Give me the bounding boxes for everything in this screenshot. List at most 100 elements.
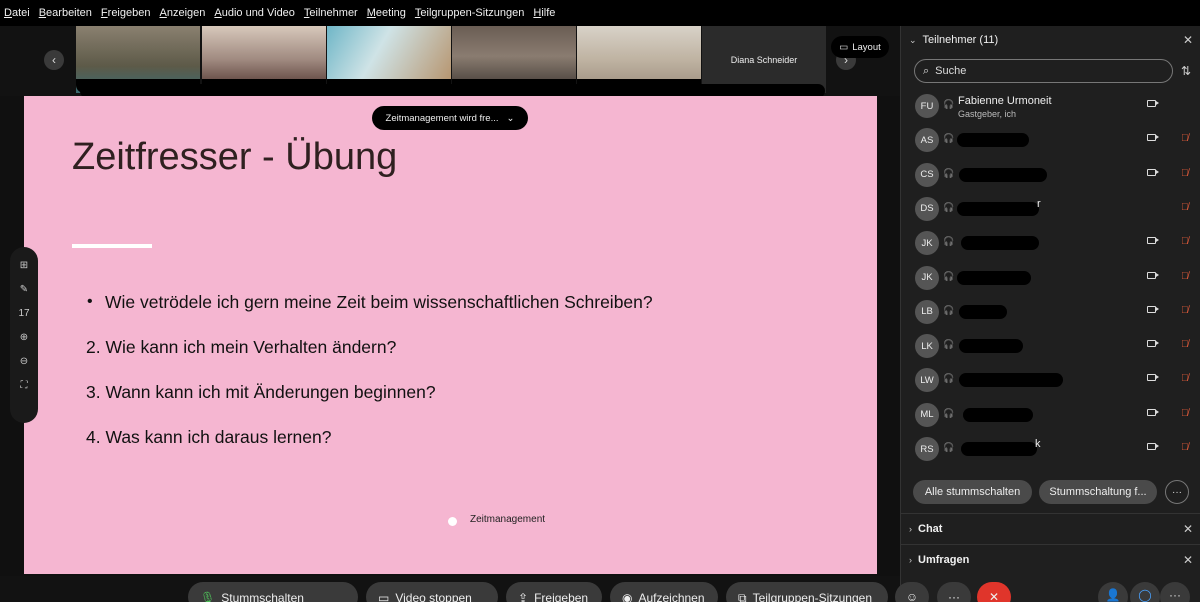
video-tile[interactable] (202, 26, 326, 93)
muted-microphone-icon[interactable]: 🎙̸ (1181, 133, 1189, 144)
menu-teilgruppen[interactable]: Teilgruppen-Sitzungen (415, 7, 524, 19)
grid-icon[interactable]: ⊞ (14, 253, 34, 277)
video-tile[interactable] (327, 26, 451, 93)
slide-item-3: 3. Wann kann ich mit Änderungen beginnen… (86, 382, 436, 402)
shared-content-stage: Zeitfresser - Übung • Wie vetrödele ich … (0, 96, 900, 576)
search-field[interactable]: ⌕ Suche (914, 59, 1173, 83)
headset-icon: 🎧 (943, 442, 955, 452)
fit-screen-icon[interactable]: ⛶ (14, 373, 34, 397)
avatar: RS (915, 437, 939, 461)
video-camera-icon[interactable] (1147, 237, 1159, 245)
video-tile[interactable] (452, 26, 576, 93)
end-call-button[interactable]: ✕ (977, 582, 1011, 602)
more-options-button[interactable]: ··· (937, 582, 971, 602)
headset-icon: 🎧 (943, 304, 955, 315)
headset-icon: 🎧 (943, 167, 955, 178)
participant-row[interactable]: FU 🎧 Fabienne Urmoneit Gastgeber, ich (901, 89, 1200, 123)
more-icon: ··· (948, 590, 960, 602)
title-underline (72, 244, 152, 248)
participant-row[interactable]: LK 🎧 🎙̸ (901, 329, 1200, 363)
record-button[interactable]: ◉ Aufzeichnen (610, 582, 718, 602)
video-tile[interactable] (577, 26, 701, 93)
muted-microphone-icon[interactable]: 🎙̸ (1181, 373, 1189, 384)
video-tile-diana[interactable]: Diana Schneider (702, 26, 826, 93)
menu-hilfe[interactable]: Hilfe (533, 7, 555, 19)
muted-microphone-icon[interactable]: 🎙̸ (1181, 305, 1189, 316)
participant-row[interactable]: LW 🎧 🎙̸ (901, 363, 1200, 397)
breakout-label: Teilgruppen-Sitzungen (752, 591, 872, 602)
mute-all-button[interactable]: Alle stummschalten (913, 480, 1032, 504)
video-camera-icon[interactable] (1147, 443, 1159, 450)
participant-row[interactable]: JK 🎧 🎙̸ (901, 226, 1200, 260)
redaction (959, 339, 1023, 354)
muted-microphone-icon[interactable]: 🎙̸ (1181, 442, 1189, 453)
participant-row[interactable]: RS 🎧 k 🎙̸ (901, 432, 1200, 466)
chat-title: Chat (918, 522, 943, 535)
avatar: ML (915, 402, 939, 427)
menu-bearbeiten[interactable]: Bearbeiten (39, 7, 92, 19)
video-camera-icon[interactable] (1147, 168, 1159, 176)
redaction (959, 167, 1047, 182)
record-label: Aufzeichnen (638, 591, 705, 602)
participant-row[interactable]: ML 🎧 🎙̸ (901, 398, 1200, 432)
participant-row[interactable]: DS 🎧 r 🎙̸ (901, 192, 1200, 226)
video-camera-icon[interactable] (1147, 340, 1159, 348)
redaction (959, 304, 1007, 319)
participant-row[interactable]: CS 🎧 🎙̸ (901, 158, 1200, 192)
video-camera-icon[interactable] (1147, 408, 1159, 416)
sort-icon[interactable]: ⇅ (1181, 64, 1191, 78)
person-icon: 👤 (1105, 588, 1121, 602)
redaction (959, 373, 1063, 388)
breakout-icon: ⧉ (738, 591, 747, 602)
participants-header[interactable]: ⌄ Teilnehmer (11) ✕ (901, 26, 1200, 54)
menu-teilnehmer[interactable]: Teilnehmer (304, 7, 358, 19)
share-button[interactable]: ⇪ Freigeben (506, 582, 602, 602)
video-camera-icon[interactable] (1147, 271, 1159, 279)
video-camera-icon[interactable] (1147, 305, 1159, 313)
muted-microphone-icon[interactable]: 🎙̸ (1181, 168, 1189, 179)
muted-microphone-icon[interactable]: 🎙̸ (1181, 408, 1189, 419)
menu-datei[interactable]: Datei (4, 7, 30, 19)
video-tile[interactable] (76, 26, 200, 93)
zoom-in-icon[interactable]: ⊕ (14, 325, 34, 349)
share-icon: ⇪ (518, 591, 529, 602)
video-button[interactable]: ▭ Video stoppen (366, 582, 498, 602)
menu-meeting[interactable]: Meeting (367, 7, 406, 19)
participant-row[interactable]: AS 🎧 🎙̸ (901, 123, 1200, 157)
zoom-out-icon[interactable]: ⊖ (14, 349, 34, 373)
polls-section[interactable]: › Umfragen ✕ (901, 544, 1200, 574)
video-camera-icon[interactable] (1147, 100, 1159, 107)
muted-microphone-icon[interactable]: 🎙̸ (1181, 202, 1189, 213)
muted-microphone-icon[interactable]: 🎙̸ (1181, 339, 1189, 350)
participant-row[interactable]: LB 🎧 🎙̸ (901, 295, 1200, 329)
mute-options-button[interactable]: Stummschaltung f... (1039, 480, 1157, 504)
video-label: Video stoppen (395, 591, 472, 602)
participant-row[interactable]: JK 🎧 🎙̸ (901, 261, 1200, 295)
close-icon[interactable]: ✕ (1183, 553, 1193, 567)
close-icon[interactable]: ✕ (1183, 33, 1193, 47)
chevron-right-icon: › (909, 523, 912, 534)
pen-icon[interactable]: ✎ (14, 277, 34, 301)
video-camera-icon[interactable] (1147, 374, 1159, 382)
menu-audio-video[interactable]: Audio und Video (214, 7, 295, 19)
muted-microphone-icon[interactable]: 🎙̸ (1181, 271, 1189, 282)
record-icon: ◉ (622, 591, 633, 602)
menu-freigeben[interactable]: Freigeben (101, 7, 151, 19)
chat-section[interactable]: › Chat ✕ (901, 513, 1200, 543)
redaction (957, 133, 1029, 148)
polls-title: Umfragen (918, 553, 970, 566)
close-icon[interactable]: ✕ (1183, 522, 1193, 536)
muted-microphone-icon[interactable]: 🎙̸ (1181, 236, 1189, 247)
menu-anzeigen[interactable]: Anzeigen (159, 7, 205, 19)
reactions-button[interactable]: ☺ (895, 582, 929, 602)
mute-button[interactable]: 🎙 Stummschalten (188, 582, 358, 602)
breakout-button[interactable]: ⧉ Teilgruppen-Sitzungen (726, 582, 888, 602)
more-icon[interactable]: ··· (1165, 480, 1189, 504)
sharing-banner[interactable]: Zeitmanagement wird fre... ⌄ (372, 106, 528, 130)
strip-prev-button[interactable]: ‹ (44, 50, 64, 70)
layout-button[interactable]: ▭ Layout (831, 36, 889, 58)
video-camera-icon[interactable] (1147, 134, 1159, 142)
close-icon: ✕ (988, 590, 1000, 602)
tile-name-label: Diana Schneider (730, 54, 798, 65)
avatar: FU (915, 94, 939, 118)
